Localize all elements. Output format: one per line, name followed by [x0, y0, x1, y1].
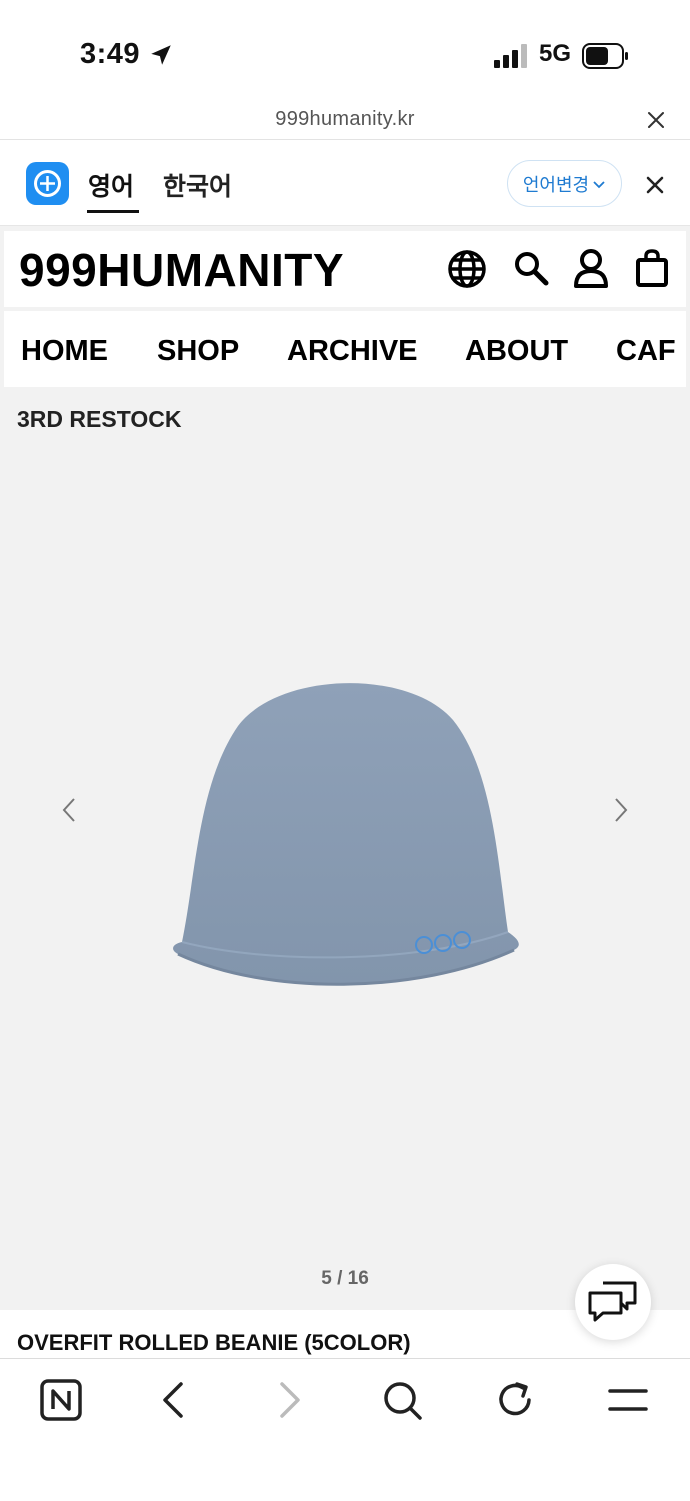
- language-change-button[interactable]: 언어변경: [507, 160, 622, 207]
- reload-icon[interactable]: [493, 1378, 537, 1422]
- site-nav: HOME SHOP ARCHIVE ABOUT CAF: [4, 311, 686, 387]
- divider: [0, 139, 690, 140]
- status-time: 3:49: [80, 38, 141, 70]
- tab-active-indicator: [87, 210, 139, 213]
- account-icon[interactable]: [572, 247, 610, 289]
- globe-icon[interactable]: [447, 249, 487, 289]
- translate-logo-icon: [26, 162, 69, 205]
- tab-korean[interactable]: 한국어: [163, 167, 232, 203]
- chat-icon: [588, 1281, 637, 1322]
- chat-button[interactable]: [575, 1264, 651, 1340]
- language-change-label: 언어변경: [522, 174, 590, 195]
- nav-about[interactable]: ABOUT: [465, 335, 568, 368]
- naver-home-icon[interactable]: [39, 1378, 83, 1422]
- nav-cafe[interactable]: CAF: [616, 335, 676, 368]
- search-icon[interactable]: [380, 1378, 424, 1422]
- section-title: 3RD RESTOCK: [17, 406, 182, 432]
- nav-home[interactable]: HOME: [21, 335, 108, 368]
- brand-logo[interactable]: 999HUMANITY: [19, 243, 344, 297]
- battery-icon: [582, 43, 628, 69]
- location-arrow-icon: [151, 45, 171, 65]
- chevron-down-icon: [593, 180, 605, 188]
- back-icon[interactable]: [153, 1378, 197, 1422]
- product-title: OVERFIT ROLLED BEANIE (5COLOR): [17, 1330, 411, 1355]
- nav-shop[interactable]: SHOP: [157, 335, 239, 368]
- close-icon[interactable]: [644, 108, 668, 132]
- search-icon[interactable]: [512, 249, 550, 287]
- slider-prev-icon[interactable]: [58, 796, 80, 824]
- slider-next-icon[interactable]: [610, 796, 632, 824]
- close-translate-icon[interactable]: [643, 173, 667, 197]
- menu-icon[interactable]: [606, 1378, 650, 1422]
- product-image[interactable]: [168, 664, 524, 994]
- signal-icon: [494, 44, 527, 68]
- browser-toolbar: [0, 1358, 690, 1501]
- tab-english[interactable]: 영어: [88, 167, 134, 203]
- nav-archive[interactable]: ARCHIVE: [287, 335, 418, 368]
- url-text[interactable]: 999humanity.kr: [0, 108, 690, 131]
- network-label: 5G: [539, 40, 572, 67]
- bag-icon[interactable]: [635, 248, 669, 288]
- forward-icon[interactable]: [266, 1378, 310, 1422]
